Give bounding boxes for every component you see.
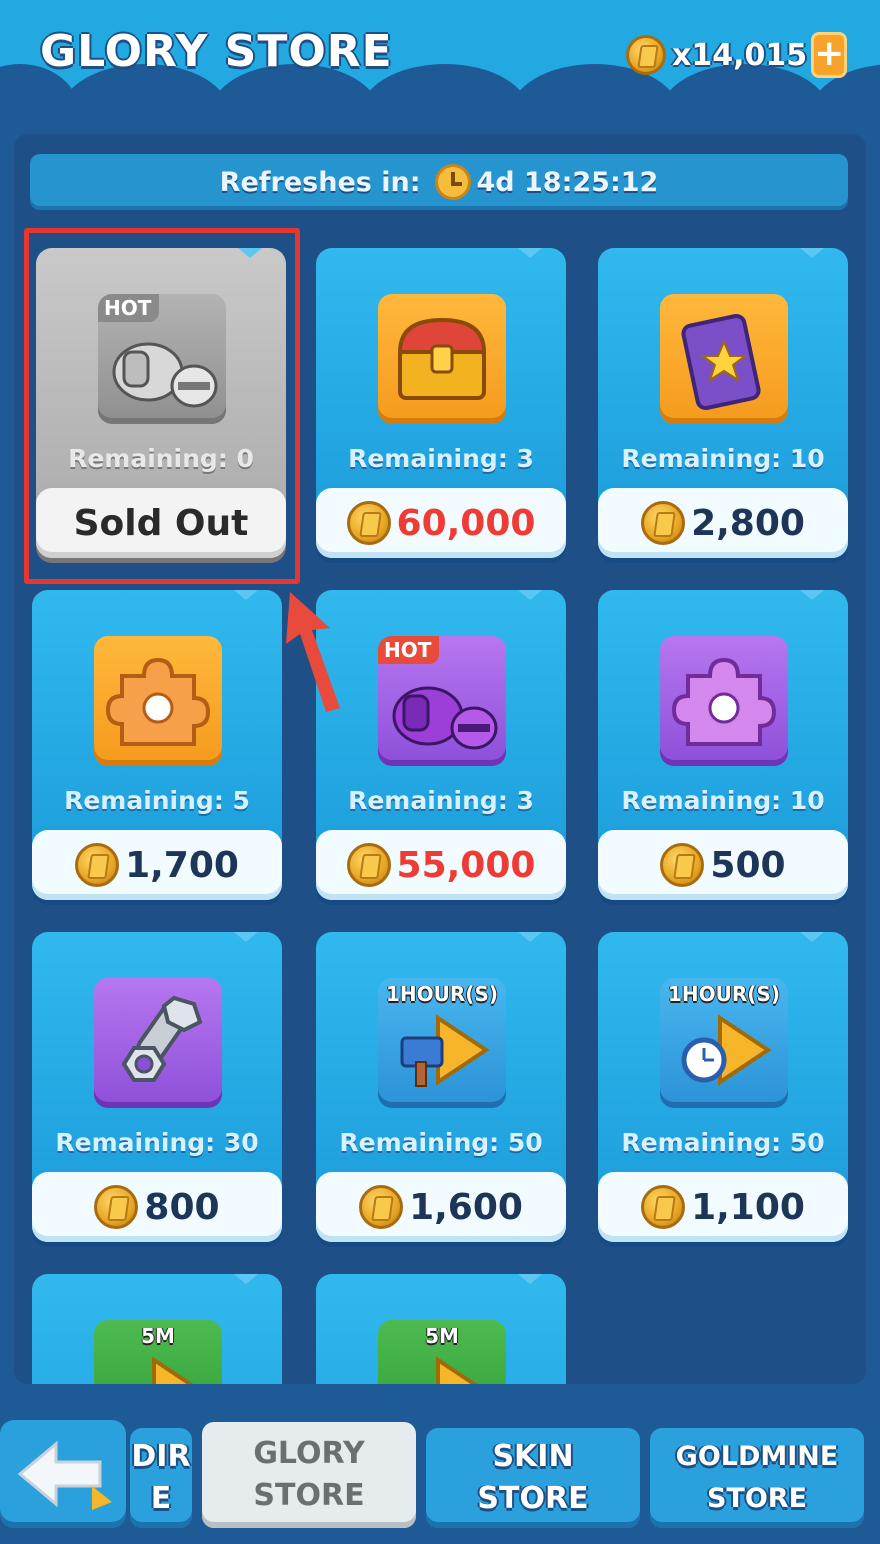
coin-icon (660, 843, 705, 887)
bolt-nut-icon (94, 978, 222, 1108)
star-card-icon (660, 294, 788, 424)
duration-badge: 5M (425, 1324, 459, 1348)
buy-button[interactable]: 55,000 (316, 830, 566, 900)
header-bar: GLORY STORE x14,015 + (0, 0, 880, 118)
remaining-count: Remaining: 10 (621, 786, 825, 815)
store-item-card[interactable]: 1HOUR(S) Remaining: 50 1,100 (598, 932, 848, 1242)
store-item-card[interactable]: Remaining: 10 2,800 (598, 248, 848, 558)
store-item-card[interactable]: 5M (316, 1274, 566, 1384)
coin-icon (641, 501, 686, 545)
store-item-card[interactable]: Remaining: 5 1,700 (32, 590, 282, 900)
currency-amount: x14,015 (672, 37, 808, 73)
tab-partial-line1: DIR (131, 1439, 191, 1474)
price-label: 1,100 (691, 1186, 805, 1228)
buy-button[interactable]: 800 (32, 1172, 282, 1242)
buy-button[interactable]: 1,700 (32, 830, 282, 900)
tab-glory-store[interactable]: GLORY STORE (202, 1422, 416, 1528)
refresh-timer: 4d 18:25:12 (476, 166, 659, 198)
hammer-speedup-icon: 1HOUR(S) (378, 978, 506, 1108)
duration-badge: 5M (141, 1324, 175, 1348)
tab-skin-line1: SKIN (492, 1439, 574, 1474)
tab-partial-store[interactable]: DIR E (130, 1428, 192, 1528)
clock-speedup-icon: 1HOUR(S) (660, 978, 788, 1108)
price-label: 800 (144, 1186, 220, 1228)
add-currency-button[interactable]: + (811, 32, 848, 78)
store-item-card[interactable]: Remaining: 3 60,000 (316, 248, 566, 558)
store-item-card[interactable]: Remaining: 10 500 (598, 590, 848, 900)
remaining-count: Remaining: 3 (348, 786, 534, 815)
store-item-card[interactable]: 5M (32, 1274, 282, 1384)
currency-display: x14,015 + (626, 30, 848, 80)
tab-glory-line1: GLORY (253, 1436, 365, 1471)
remaining-count: Remaining: 3 (348, 444, 534, 473)
buy-button[interactable]: 2,800 (598, 488, 848, 558)
refresh-label: Refreshes in: (219, 166, 421, 198)
tab-goldmine-line1: GOLDMINE (675, 1441, 839, 1472)
tab-goldmine-line2: STORE (706, 1483, 808, 1514)
coin-icon (75, 843, 120, 887)
tab-goldmine-store[interactable]: GOLDMINE STORE (650, 1428, 864, 1528)
back-button[interactable] (0, 1420, 126, 1528)
price-label: 55,000 (396, 844, 536, 886)
price-label: 1,700 (125, 844, 239, 886)
buy-button[interactable]: 500 (598, 830, 848, 900)
coin-icon (359, 1185, 404, 1229)
tab-skin-store[interactable]: SKIN STORE (426, 1428, 640, 1528)
price-label: 1,600 (409, 1186, 523, 1228)
speedup-icon: 5M (94, 1320, 222, 1384)
duration-badge: 1HOUR(S) (668, 982, 780, 1006)
buy-button[interactable]: 1,100 (598, 1172, 848, 1242)
purple-puzzle-piece-icon (660, 636, 788, 766)
price-label: 2,800 (691, 502, 805, 544)
store-item-card[interactable]: HOT Remaining: 3 55,000 (316, 590, 566, 900)
coin-icon (626, 35, 666, 75)
buy-button[interactable]: 1,600 (316, 1172, 566, 1242)
remaining-count: Remaining: 50 (339, 1128, 543, 1157)
clock-icon (434, 164, 471, 200)
tab-glory-line2: STORE (253, 1478, 365, 1513)
treasure-chest-icon (378, 294, 506, 424)
price-label: 500 (710, 844, 786, 886)
coin-icon (346, 501, 391, 545)
remaining-count: Remaining: 10 (621, 444, 825, 473)
page-title: GLORY STORE (40, 26, 393, 77)
pointer-arrow-icon (286, 592, 340, 712)
remaining-count: Remaining: 30 (55, 1128, 259, 1157)
coin-icon (346, 843, 391, 887)
orange-puzzle-piece-icon (94, 636, 222, 766)
purple-armor-icon: HOT (378, 636, 506, 766)
remaining-count: Remaining: 50 (621, 1128, 825, 1157)
tab-skin-line2: STORE (477, 1481, 589, 1516)
buy-button[interactable]: 60,000 (316, 488, 566, 558)
store-item-card[interactable]: Remaining: 30 800 (32, 932, 282, 1242)
price-label: 60,000 (396, 502, 536, 544)
refresh-banner: Refreshes in: 4d 18:25:12 (30, 154, 848, 210)
store-item-card[interactable]: 1HOUR(S) Remaining: 50 1,600 (316, 932, 566, 1242)
speedup-icon: 5M (378, 1320, 506, 1384)
back-arrow-icon (17, 1440, 112, 1510)
tab-partial-line2: E (150, 1481, 172, 1516)
coin-icon (94, 1185, 139, 1229)
duration-badge: 1HOUR(S) (386, 982, 498, 1006)
hot-badge: HOT (378, 636, 440, 664)
remaining-count: Remaining: 5 (64, 786, 250, 815)
coin-icon (641, 1185, 686, 1229)
bottom-nav: DIR E GLORY STORE SKIN STORE GOLDMINE ST… (0, 1384, 880, 1544)
highlight-box (24, 228, 300, 584)
